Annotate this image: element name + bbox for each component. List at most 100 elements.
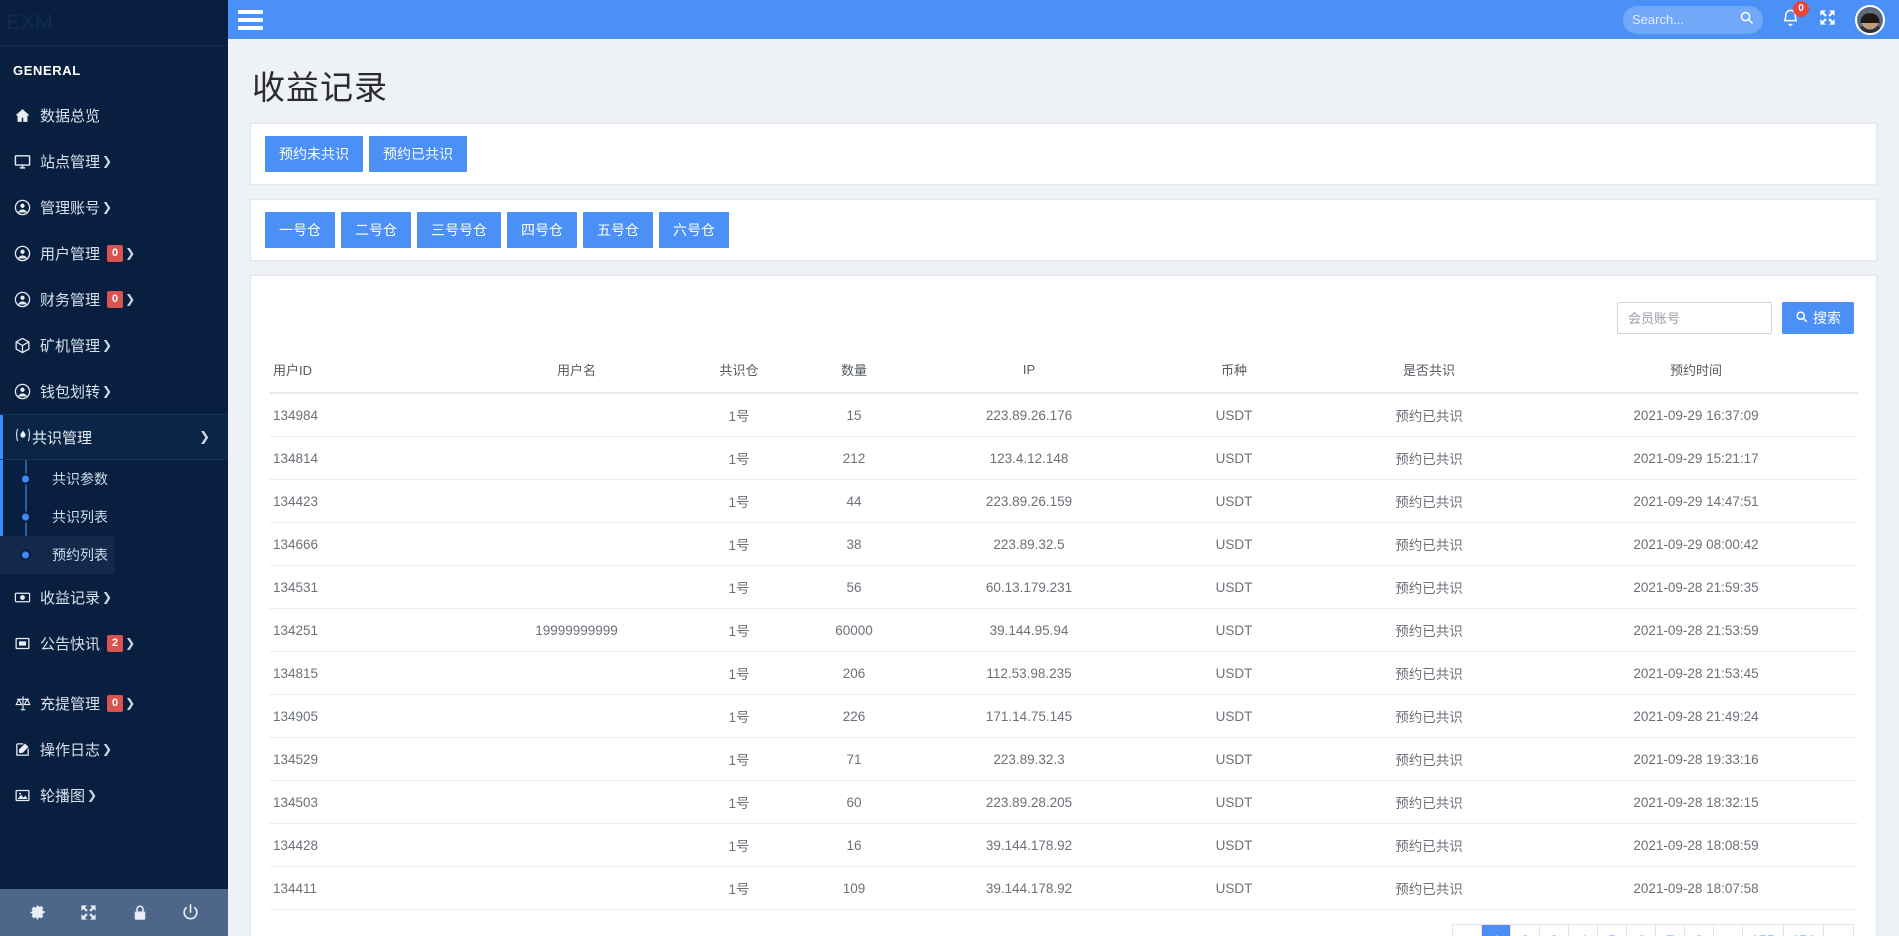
sidebar-item-user-management[interactable]: 用户管理 0 ❯ <box>0 230 228 276</box>
user-circle-icon <box>14 291 40 308</box>
cell-ip: 60.13.179.231 <box>914 566 1144 609</box>
edit-icon <box>14 741 40 758</box>
table-row: 1345291号71223.89.32.3USDT预约已共识2021-09-28… <box>269 738 1858 781</box>
pagination-page-8[interactable]: 8 <box>1685 925 1714 936</box>
cell-reserve-time: 2021-09-29 14:47:51 <box>1534 480 1858 523</box>
sidebar-bottom-toolbar <box>0 889 228 936</box>
cell-currency: USDT <box>1144 652 1324 695</box>
pagination-page-176[interactable]: 176 <box>1784 925 1824 936</box>
user-circle-icon <box>14 383 40 400</box>
member-account-input[interactable] <box>1617 302 1772 334</box>
cell-quantity: 60 <box>794 781 914 824</box>
pagination-page-7[interactable]: 7 <box>1656 925 1685 936</box>
fullscreen-icon[interactable] <box>79 903 98 922</box>
cell-warehouse: 1号 <box>684 824 794 867</box>
warehouse-tab-3[interactable]: 三号号仓 <box>417 212 501 248</box>
pagination-page-5[interactable]: 5 <box>1598 925 1627 936</box>
pagination-page-4[interactable]: 4 <box>1569 925 1598 936</box>
sidebar-subitem-label: 预约列表 <box>52 545 108 565</box>
sidebar-item-wallet-transfer[interactable]: 钱包划转 ❯ <box>0 368 228 414</box>
search-button[interactable]: 搜索 <box>1782 302 1854 334</box>
sidebar-subitem-consensus-list[interactable]: 共识列表 <box>0 498 228 536</box>
cell-consensus: 预约已共识 <box>1324 781 1534 824</box>
power-icon[interactable] <box>181 903 200 922</box>
cell-quantity: 212 <box>794 437 914 480</box>
sidebar-item-site-management[interactable]: 站点管理 ❯ <box>0 138 228 184</box>
tab-reservation-consensus[interactable]: 预约已共识 <box>369 136 467 172</box>
page-content: 收益记录 预约未共识 预约已共识 一号仓 二号仓 三号号仓 四号仓 五号仓 六号… <box>228 39 1899 936</box>
gear-icon[interactable] <box>28 903 47 922</box>
lock-icon[interactable] <box>131 904 149 922</box>
cell-quantity: 38 <box>794 523 914 566</box>
sidebar-item-miner-management[interactable]: 矿机管理 ❯ <box>0 322 228 368</box>
sidebar-item-admin-account[interactable]: 管理账号 ❯ <box>0 184 228 230</box>
cell-warehouse: 1号 <box>684 781 794 824</box>
pagination-next[interactable]: » <box>1824 925 1853 936</box>
notification-count-badge: 0 <box>1793 1 1809 17</box>
sidebar-item-earnings-record[interactable]: 收益记录 ❯ <box>0 574 228 620</box>
table-row: 1345311号5660.13.179.231USDT预约已共识2021-09-… <box>269 566 1858 609</box>
fullscreen-icon[interactable] <box>1818 8 1837 32</box>
user-circle-icon <box>14 199 40 216</box>
cell-ip: 123.4.12.148 <box>914 437 1144 480</box>
cell-user-id: 134814 <box>269 437 469 480</box>
chevron-right-icon: ❯ <box>102 384 112 398</box>
cell-warehouse: 1号 <box>684 738 794 781</box>
cell-reserve-time: 2021-09-28 18:07:58 <box>1534 867 1858 910</box>
sidebar-item-consensus-management[interactable]: 共识管理 ❯ <box>0 414 228 460</box>
scales-icon <box>14 694 40 712</box>
sidebar-item-operation-log[interactable]: 操作日志 ❯ <box>0 726 228 772</box>
sidebar-item-carousel[interactable]: 轮播图 ❯ <box>0 772 228 818</box>
sidebar-item-finance-management[interactable]: 财务管理 0 ❯ <box>0 276 228 322</box>
cell-warehouse: 1号 <box>684 609 794 652</box>
page-title: 收益记录 <box>250 39 1877 123</box>
cell-consensus: 预约已共识 <box>1324 609 1534 652</box>
warehouse-tab-1[interactable]: 一号仓 <box>265 212 335 248</box>
hamburger-icon[interactable] <box>228 10 274 30</box>
pagination-page-6[interactable]: 6 <box>1627 925 1656 936</box>
sidebar-item-announcements[interactable]: 公告快讯 2 ❯ <box>0 620 228 666</box>
sidebar-item-label: 站点管理 <box>40 151 100 172</box>
pagination-prev[interactable]: « <box>1453 925 1482 936</box>
bullet-icon <box>20 550 31 561</box>
cell-quantity: 226 <box>794 695 914 738</box>
image-icon <box>14 787 40 804</box>
sidebar-subitem-consensus-params[interactable]: 共识参数 <box>0 460 228 498</box>
search-icon[interactable] <box>1739 10 1754 30</box>
pagination-ellipsis[interactable]: ... <box>1714 925 1743 936</box>
cell-user-id: 134428 <box>269 824 469 867</box>
warehouse-tab-2[interactable]: 二号仓 <box>341 212 411 248</box>
cell-quantity: 206 <box>794 652 914 695</box>
sidebar-item-label: 用户管理 <box>40 243 100 264</box>
cell-user-name <box>469 566 684 609</box>
column-header-warehouse: 共识仓 <box>684 354 794 393</box>
avatar[interactable] <box>1855 5 1885 35</box>
cell-currency: USDT <box>1144 738 1324 781</box>
search-input[interactable] <box>1632 12 1739 27</box>
search-button-label: 搜索 <box>1813 308 1841 328</box>
sidebar-item-deposit-withdraw[interactable]: 充提管理 0 ❯ <box>0 680 228 726</box>
tab-reservation-unconsensus[interactable]: 预约未共识 <box>265 136 363 172</box>
sidebar-item-dashboard[interactable]: 数据总览 <box>0 92 228 138</box>
pagination-page-2[interactable]: 2 <box>1511 925 1540 936</box>
cell-currency: USDT <box>1144 393 1324 437</box>
window-icon <box>14 635 40 652</box>
pagination-page-175[interactable]: 175 <box>1743 925 1783 936</box>
pagination-page-3[interactable]: 3 <box>1540 925 1569 936</box>
cell-user-id: 134529 <box>269 738 469 781</box>
notifications-button[interactable]: 0 <box>1781 8 1800 32</box>
sidebar-item-label: 操作日志 <box>40 739 100 760</box>
table-row: 1344231号44223.89.26.159USDT预约已共识2021-09-… <box>269 480 1858 523</box>
pagination-page-1[interactable]: 1 <box>1482 925 1511 936</box>
cell-user-id: 134815 <box>269 652 469 695</box>
sidebar-item-badge: 0 <box>107 245 123 262</box>
sidebar-subitem-reservation-list[interactable]: 预约列表 <box>0 536 115 574</box>
cell-warehouse: 1号 <box>684 523 794 566</box>
cell-reserve-time: 2021-09-28 21:53:59 <box>1534 609 1858 652</box>
cell-currency: USDT <box>1144 695 1324 738</box>
warehouse-tab-6[interactable]: 六号仓 <box>659 212 729 248</box>
warehouse-tab-4[interactable]: 四号仓 <box>507 212 577 248</box>
warehouse-tab-5[interactable]: 五号仓 <box>583 212 653 248</box>
cell-consensus: 预约已共识 <box>1324 695 1534 738</box>
header-search[interactable] <box>1623 6 1763 34</box>
